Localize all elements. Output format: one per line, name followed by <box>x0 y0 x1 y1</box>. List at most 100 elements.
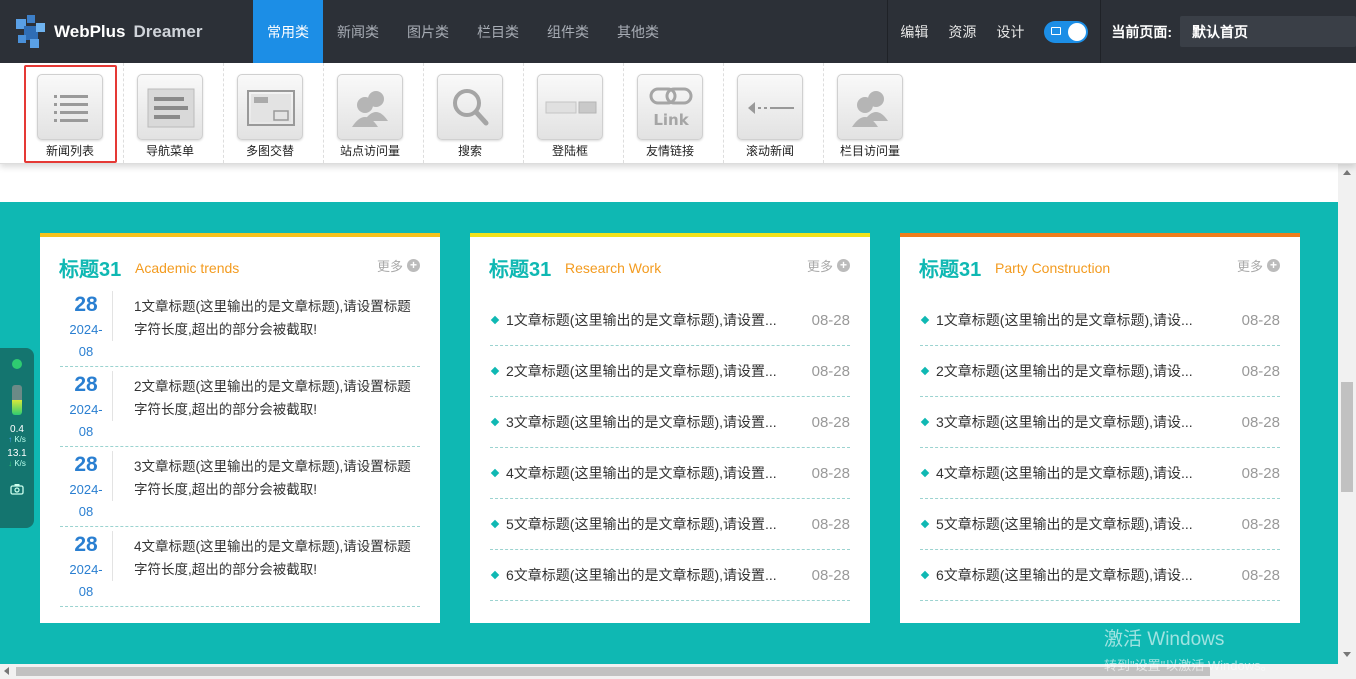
panel-subtitle: Research Work <box>565 260 662 276</box>
list-item[interactable]: 2文章标题(这里输出的是文章标题),请设置... 08-28 <box>490 346 850 397</box>
item-title[interactable]: 3文章标题(这里输出的是文章标题),请设... <box>936 412 1232 432</box>
list-item[interactable]: 5文章标题(这里输出的是文章标题),请设置... 08-28 <box>490 499 850 550</box>
news-panel-research[interactable]: 标题31 Research Work 更多 + 1文章标题(这里输出的是文章标题)… <box>470 233 870 623</box>
scroll-left-arrow-icon[interactable] <box>4 667 9 675</box>
scroll-up-arrow-icon[interactable] <box>1343 170 1351 175</box>
component-column-visits[interactable]: 栏目访问量 <box>824 63 924 163</box>
edit-button[interactable]: 编辑 <box>890 22 938 42</box>
component-scroll-news[interactable]: 滚动新闻 <box>724 63 824 163</box>
divider <box>112 371 113 421</box>
more-link[interactable]: 更多 + <box>1237 256 1280 275</box>
component-search[interactable]: 搜索 <box>424 63 524 163</box>
item-title[interactable]: 1文章标题(这里输出的是文章标题),请设置... <box>506 310 802 330</box>
component-nav-menu[interactable]: 导航菜单 <box>124 63 224 163</box>
panel-accent-bar <box>40 233 440 237</box>
list-item[interactable]: 1文章标题(这里输出的是文章标题),请设... 08-28 <box>920 295 1280 346</box>
item-title[interactable]: 3文章标题(这里输出的是文章标题),请设置... <box>506 412 802 432</box>
component-news-list[interactable]: 新闻列表 <box>24 63 124 163</box>
nav-tab-news[interactable]: 新闻类 <box>323 0 393 63</box>
nav-tab-common[interactable]: 常用类 <box>253 0 323 63</box>
logo: WebPlus Dreamer <box>0 0 253 63</box>
news-panel-academic[interactable]: 标题31 Academic trends 更多 + 28 2024- 08 1文章标… <box>40 233 440 623</box>
bullet-icon <box>920 366 930 376</box>
component-label: 友情链接 <box>645 144 694 158</box>
more-link[interactable]: 更多 + <box>377 256 420 275</box>
news-panel-party[interactable]: 标题31 Party Construction 更多 + 1文章标题(这里输出的是… <box>900 233 1300 623</box>
plus-icon: + <box>1267 259 1280 272</box>
camera-icon[interactable] <box>0 483 34 498</box>
item-title[interactable]: 4文章标题(这里输出的是文章标题),请设... <box>936 463 1232 483</box>
scroll-thumb[interactable] <box>16 667 1210 676</box>
network-speed-widget[interactable]: 0.4 ↑ K/s 13.1 ↓ K/s <box>0 348 34 528</box>
item-title[interactable]: 2文章标题(这里输出的是文章标题),请设置标题字符长度,超出的部分会被截取! <box>134 375 414 421</box>
item-title[interactable]: 2文章标题(这里输出的是文章标题),请设置... <box>506 361 802 381</box>
vertical-scrollbar[interactable] <box>1338 164 1356 664</box>
list-item[interactable]: 28 2024- 08 1文章标题(这里输出的是文章标题),请设置标题字符长度,超… <box>60 287 420 367</box>
more-link[interactable]: 更多 + <box>807 256 850 275</box>
bullet-icon <box>490 570 500 580</box>
svg-text:Link: Link <box>653 111 689 129</box>
bullet-icon <box>490 417 500 427</box>
item-title[interactable]: 1文章标题(这里输出的是文章标题),请设... <box>936 310 1232 330</box>
right-tools: 编辑 资源 设计 当前页面: 默认首页 <box>887 0 1356 63</box>
item-date: 08-28 <box>811 566 850 584</box>
windows-activation-watermark: 激活 Windows 转到"设置"以激活 Windows。 <box>1104 629 1274 673</box>
nav-tab-images[interactable]: 图片类 <box>393 0 463 63</box>
plus-icon: + <box>837 259 850 272</box>
item-title[interactable]: 3文章标题(这里输出的是文章标题),请设置标题字符长度,超出的部分会被截取! <box>134 455 414 501</box>
logo-icon <box>14 14 48 49</box>
component-image-slider[interactable]: 多图交替 <box>224 63 324 163</box>
nav-tab-columns[interactable]: 栏目类 <box>463 0 533 63</box>
list-item[interactable]: 6文章标题(这里输出的是文章标题),请设置... 08-28 <box>490 550 850 601</box>
resources-button[interactable]: 资源 <box>938 22 986 42</box>
component-label: 登陆框 <box>551 144 588 158</box>
list-item[interactable]: 5文章标题(这里输出的是文章标题),请设... 08-28 <box>920 499 1280 550</box>
bullet-icon <box>490 366 500 376</box>
divider <box>112 531 113 581</box>
list-item[interactable]: 1文章标题(这里输出的是文章标题),请设置... 08-28 <box>490 295 850 346</box>
item-year-month: 2024- 08 <box>69 482 103 519</box>
list-item[interactable]: 2文章标题(这里输出的是文章标题),请设... 08-28 <box>920 346 1280 397</box>
nav-tab-other[interactable]: 其他类 <box>603 0 673 63</box>
panel-subtitle: Academic trends <box>135 260 240 276</box>
list-item[interactable]: 28 2024- 08 3文章标题(这里输出的是文章标题),请设置标题字符长度,超… <box>60 447 420 527</box>
list-item[interactable]: 28 2024- 08 4文章标题(这里输出的是文章标题),请设置标题字符长度,超… <box>60 527 420 607</box>
list-item[interactable]: 4文章标题(这里输出的是文章标题),请设置... 08-28 <box>490 448 850 499</box>
list-item[interactable]: 28 2024- 08 2文章标题(这里输出的是文章标题),请设置标题字符长度,超… <box>60 367 420 447</box>
list-item[interactable]: 6文章标题(这里输出的是文章标题),请设... 08-28 <box>920 550 1280 601</box>
design-button[interactable]: 设计 <box>986 22 1034 42</box>
item-title[interactable]: 5文章标题(这里输出的是文章标题),请设... <box>936 514 1232 534</box>
item-title[interactable]: 5文章标题(这里输出的是文章标题),请设置... <box>506 514 802 534</box>
item-title[interactable]: 1文章标题(这里输出的是文章标题),请设置标题字符长度,超出的部分会被截取! <box>134 295 414 341</box>
top-bar: WebPlus Dreamer 常用类 新闻类 图片类 栏目类 组件类 其他类 … <box>0 0 1356 63</box>
item-title[interactable]: 6文章标题(这里输出的是文章标题),请设置... <box>506 565 802 585</box>
bullet-icon <box>490 468 500 478</box>
list-item[interactable]: 3文章标题(这里输出的是文章标题),请设... 08-28 <box>920 397 1280 448</box>
item-title[interactable]: 4文章标题(这里输出的是文章标题),请设置... <box>506 463 802 483</box>
bullet-icon <box>490 519 500 529</box>
component-login-box[interactable]: 登陆框 <box>524 63 624 163</box>
item-date: 08-28 <box>1241 566 1280 584</box>
scroll-thumb[interactable] <box>1341 382 1353 492</box>
login-box-icon <box>537 74 603 140</box>
panel-title: 标题31 <box>59 259 122 281</box>
item-date: 08-28 <box>811 515 850 533</box>
list-item[interactable]: 3文章标题(这里输出的是文章标题),请设置... 08-28 <box>490 397 850 448</box>
item-date: 08-28 <box>811 362 850 380</box>
item-date: 08-28 <box>1241 464 1280 482</box>
item-title[interactable]: 2文章标题(这里输出的是文章标题),请设... <box>936 361 1232 381</box>
column-visits-icon <box>837 74 903 140</box>
search-icon <box>437 74 503 140</box>
item-date: 08-28 <box>811 464 850 482</box>
nav-tab-widgets[interactable]: 组件类 <box>533 0 603 63</box>
teal-section: 标题31 Academic trends 更多 + 28 2024- 08 1文章标… <box>0 202 1338 664</box>
list-item[interactable]: 4文章标题(这里输出的是文章标题),请设... 08-28 <box>920 448 1280 499</box>
current-page-select[interactable]: 默认首页 <box>1180 16 1356 47</box>
component-site-visits[interactable]: 站点访问量 <box>324 63 424 163</box>
item-title[interactable]: 6文章标题(这里输出的是文章标题),请设... <box>936 565 1232 585</box>
preview-toggle[interactable] <box>1044 20 1089 43</box>
item-year-month: 2024- 08 <box>69 562 103 599</box>
component-friend-links[interactable]: Link 友情链接 <box>624 63 724 163</box>
item-title[interactable]: 4文章标题(这里输出的是文章标题),请设置标题字符长度,超出的部分会被截取! <box>134 535 414 581</box>
scroll-down-arrow-icon[interactable] <box>1343 652 1351 657</box>
